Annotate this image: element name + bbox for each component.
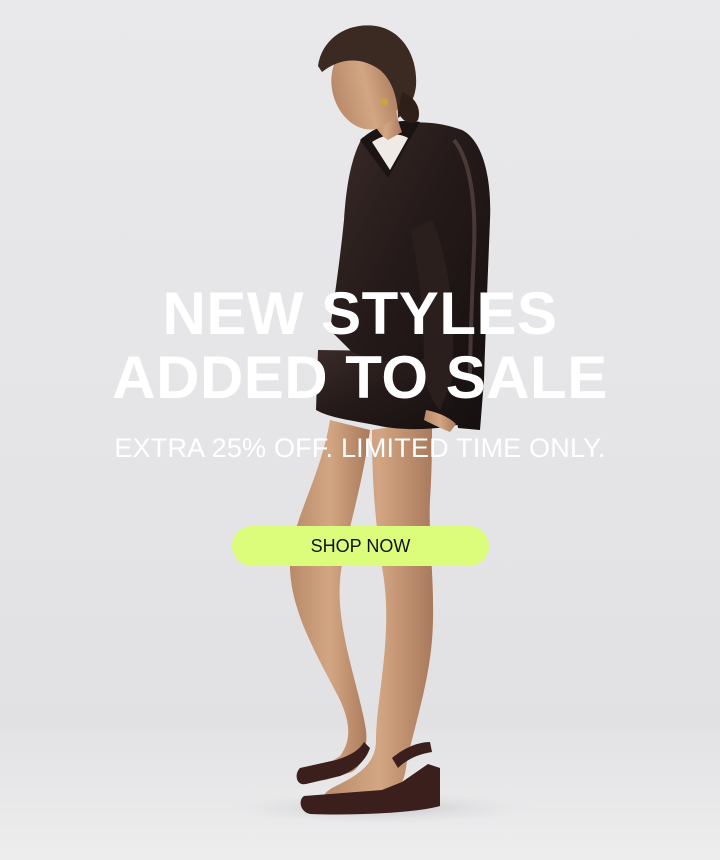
promo-banner[interactable]: NEW STYLES ADDED TO SALE EXTRA 25% OFF. … (0, 0, 720, 860)
subheadline: EXTRA 25% OFF. LIMITED TIME ONLY. (114, 433, 606, 463)
model-photo (230, 25, 530, 824)
earring (380, 98, 388, 106)
hair-bun (398, 92, 420, 123)
headline-line-2: ADDED TO SALE (112, 344, 608, 411)
back-leg (289, 420, 370, 781)
headline: NEW STYLES ADDED TO SALE (0, 282, 720, 410)
shop-now-button[interactable]: SHOP NOW (232, 526, 489, 566)
headline-line-1: NEW STYLES (162, 280, 558, 347)
